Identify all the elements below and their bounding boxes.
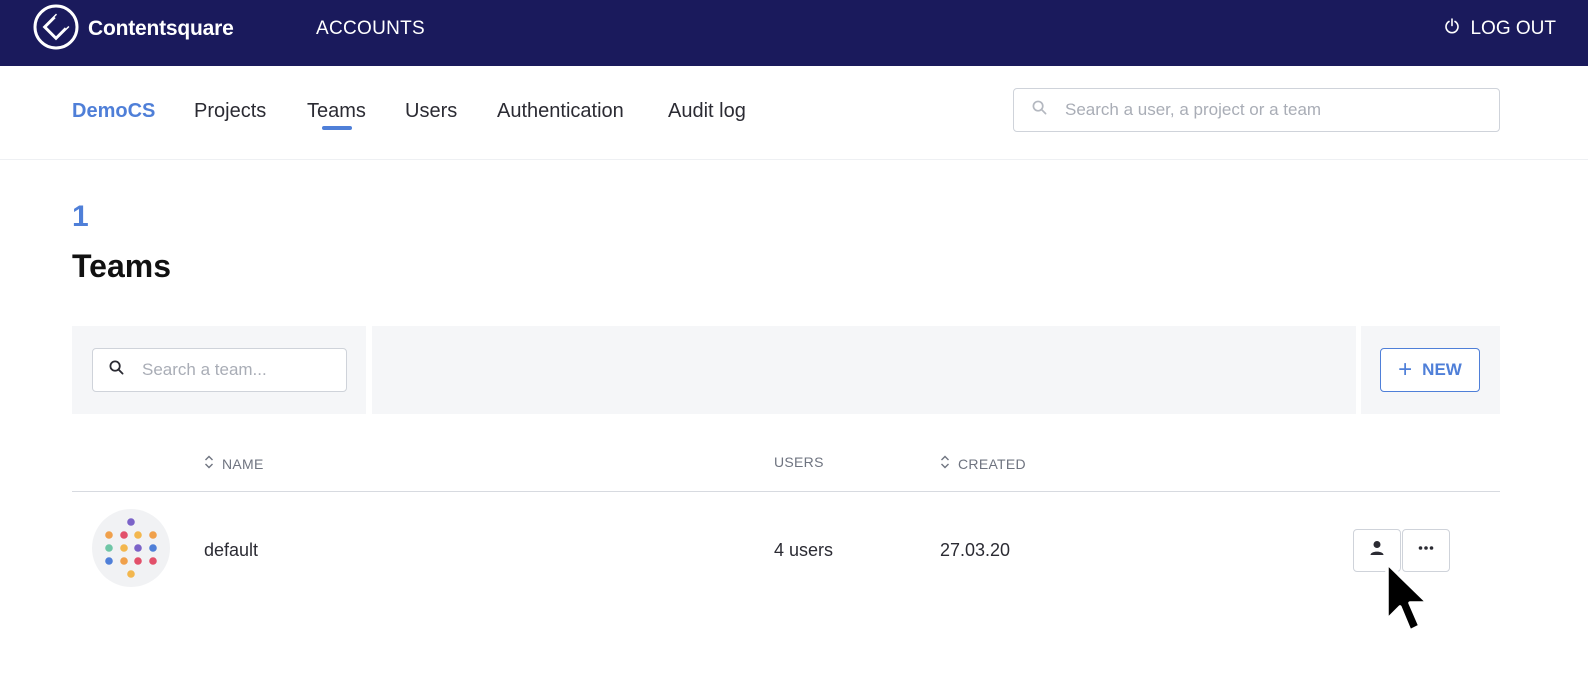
team-created: 27.03.20 <box>940 540 1011 560</box>
active-tab-indicator <box>322 126 352 130</box>
team-name[interactable]: default <box>204 540 258 561</box>
sub-navigation: DemoCS Projects Teams Users Authenticati… <box>0 66 1588 160</box>
mouse-pointer-icon <box>1383 560 1439 638</box>
power-icon <box>1444 18 1470 40</box>
logout-label: LOG OUT <box>1470 18 1556 39</box>
new-team-button[interactable]: + NEW <box>1380 348 1480 392</box>
team-search-input[interactable] <box>142 360 332 380</box>
toolbar-spacer <box>372 326 1356 414</box>
plus-icon: + <box>1398 356 1413 383</box>
top-bar: Contentsquare ACCOUNTS LOG OUT <box>0 0 1588 66</box>
toolbar-actions-area: + NEW <box>1361 326 1500 414</box>
team-search-box[interactable] <box>92 348 347 392</box>
column-header-created[interactable]: CREATED <box>940 454 1026 473</box>
column-header-users: USERS <box>774 454 824 470</box>
user-icon <box>1368 539 1386 562</box>
tab-users[interactable]: Users <box>405 100 457 123</box>
brand-name: Contentsquare <box>88 17 234 40</box>
column-header-label: CREATED <box>958 455 1026 472</box>
column-header-label: NAME <box>222 455 264 472</box>
tab-teams[interactable]: Teams <box>307 100 366 123</box>
toolbar-search-area <box>72 326 366 414</box>
team-avatar <box>92 509 170 587</box>
dots-pattern-icon <box>92 518 170 591</box>
contentsquare-logo-icon <box>32 3 80 56</box>
team-count: 1 <box>72 200 89 233</box>
tab-projects[interactable]: Projects <box>194 100 266 123</box>
search-icon <box>93 360 124 380</box>
search-icon <box>1014 100 1047 120</box>
global-search-box[interactable] <box>1013 88 1500 132</box>
more-horizontal-icon <box>1417 539 1435 562</box>
logout-button[interactable]: LOG OUT <box>1444 18 1556 40</box>
sort-icon <box>204 454 222 473</box>
team-users: 4 users <box>774 540 834 560</box>
column-header-name[interactable]: NAME <box>204 454 264 473</box>
table-row[interactable]: default 4 users 27.03.20 <box>72 492 1500 610</box>
tab-audit-log[interactable]: Audit log <box>668 100 746 123</box>
brand[interactable]: Contentsquare <box>32 4 234 54</box>
column-header-label: USERS <box>774 454 824 470</box>
tab-authentication[interactable]: Authentication <box>497 100 624 123</box>
new-button-label: NEW <box>1422 360 1462 379</box>
sort-icon <box>940 454 958 473</box>
page-title: Teams <box>72 248 172 284</box>
global-search-input[interactable] <box>1065 100 1485 120</box>
accounts-link[interactable]: ACCOUNTS <box>316 18 425 40</box>
org-link[interactable]: DemoCS <box>72 100 155 123</box>
